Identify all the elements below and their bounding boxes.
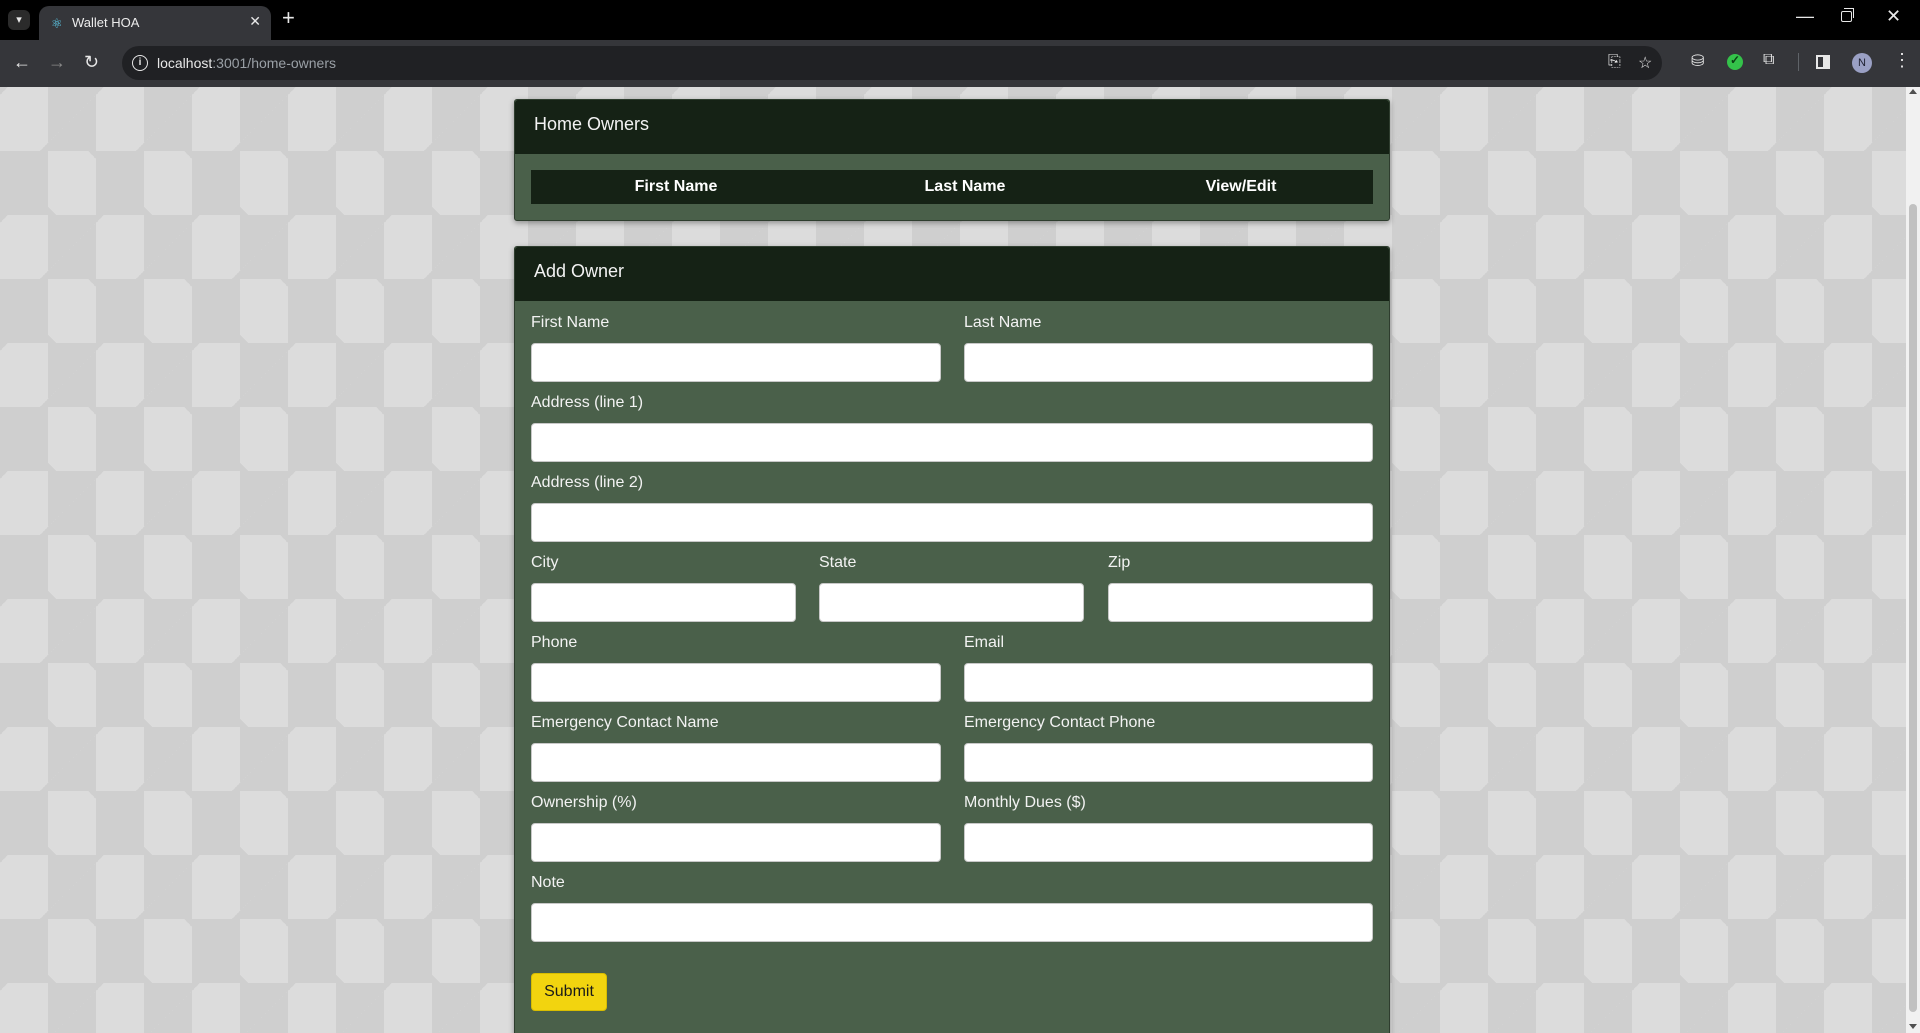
site-info-icon[interactable]: i	[132, 55, 148, 71]
phone-label: Phone	[531, 634, 578, 651]
react-favicon-icon: ⚛	[51, 16, 63, 31]
ownership-field: Ownership (%)	[531, 781, 941, 862]
forward-arrow-icon[interactable]: →	[48, 52, 66, 72]
zip-label: Zip	[1108, 554, 1131, 571]
page-scrollbar[interactable]	[1906, 87, 1920, 1033]
scroll-up-arrow-icon[interactable]	[1909, 89, 1917, 94]
note-label: Note	[531, 874, 565, 891]
url-path: :3001/home-owners	[212, 55, 337, 71]
state-input[interactable]	[819, 583, 1084, 622]
home-owners-title: Home Owners	[515, 100, 1389, 154]
submit-button[interactable]: Submit	[531, 973, 607, 1011]
address-line2-field: Address (line 2)	[531, 461, 1373, 542]
page-viewport: Home Owners First Name Last Name View/Ed…	[0, 87, 1906, 1033]
address-line2-label: Address (line 2)	[531, 474, 644, 491]
side-panel-icon[interactable]	[1816, 55, 1830, 69]
address-line1-label: Address (line 1)	[531, 394, 644, 411]
state-field: State	[819, 541, 1084, 622]
back-arrow-icon[interactable]: ←	[13, 52, 31, 72]
last-name-field: Last Name	[964, 301, 1373, 382]
phone-input[interactable]	[531, 663, 941, 702]
city-input[interactable]	[531, 583, 796, 622]
column-last-name: Last Name	[924, 178, 1006, 195]
address-bar[interactable]: i localhost:3001/home-owners ⎘ ☆	[122, 46, 1662, 80]
ownership-label: Ownership (%)	[531, 794, 637, 811]
bookmark-star-icon[interactable]: ☆	[1638, 53, 1652, 73]
email-label: Email	[964, 634, 1005, 651]
monthly-dues-label: Monthly Dues ($)	[964, 794, 1086, 811]
note-field: Note	[531, 861, 1373, 942]
zip-input[interactable]	[1108, 583, 1373, 622]
address-line2-input[interactable]	[531, 503, 1373, 542]
url-host: localhost	[157, 55, 213, 71]
monthly-dues-field: Monthly Dues ($)	[964, 781, 1373, 862]
new-tab-plus-icon[interactable]: +	[282, 7, 295, 29]
emergency-name-field: Emergency Contact Name	[531, 701, 941, 782]
city-field: City	[531, 541, 796, 622]
zip-field: Zip	[1108, 541, 1373, 622]
home-owners-card: Home Owners First Name Last Name View/Ed…	[514, 99, 1390, 221]
tab-title: Wallet HOA	[72, 15, 140, 30]
email-field: Email	[964, 621, 1373, 702]
url-text: localhost:3001/home-owners	[157, 55, 336, 71]
column-view-edit: View/Edit	[1205, 178, 1277, 195]
email-input[interactable]	[964, 663, 1373, 702]
column-first-name: First Name	[634, 178, 718, 195]
browser-menu-icon[interactable]: ⋮	[1893, 50, 1911, 71]
window-close-icon[interactable]: ✕	[1886, 6, 1901, 27]
owners-table-header: First Name Last Name View/Edit	[531, 170, 1373, 204]
emergency-phone-label: Emergency Contact Phone	[964, 714, 1156, 731]
scroll-thumb[interactable]	[1909, 204, 1917, 1012]
window-restore-icon[interactable]	[1841, 8, 1854, 22]
monthly-dues-input[interactable]	[964, 823, 1373, 862]
state-label: State	[819, 554, 857, 571]
phone-field: Phone	[531, 621, 941, 702]
browser-tab-bar: ▾ ⚛ Wallet HOA ✕ + — ✕	[0, 0, 1920, 40]
reload-icon[interactable]: ↻	[84, 52, 99, 72]
last-name-label: Last Name	[964, 314, 1042, 331]
last-name-input[interactable]	[964, 343, 1373, 382]
profile-avatar[interactable]: N	[1852, 53, 1872, 73]
address-line1-input[interactable]	[531, 423, 1373, 462]
add-owner-title: Add Owner	[515, 247, 1389, 301]
emergency-phone-field: Emergency Contact Phone	[964, 701, 1373, 782]
city-label: City	[531, 554, 559, 571]
emergency-name-input[interactable]	[531, 743, 941, 782]
toolbar-divider	[1798, 53, 1799, 71]
first-name-label: First Name	[531, 314, 610, 331]
green-check-extension-icon[interactable]	[1727, 53, 1743, 70]
window-minimize-icon[interactable]: —	[1796, 6, 1814, 27]
first-name-input[interactable]	[531, 343, 941, 382]
tab-list-chevron-icon[interactable]: ▾	[8, 10, 30, 30]
note-input[interactable]	[531, 903, 1373, 942]
install-app-icon[interactable]: ⎘	[1608, 53, 1621, 71]
extensions-puzzle-icon[interactable]: ⧉	[1763, 51, 1774, 69]
extension-icon[interactable]: ⛁	[1691, 51, 1704, 71]
tab-close-icon[interactable]: ✕	[249, 13, 261, 30]
first-name-field: First Name	[531, 301, 941, 382]
emergency-name-label: Emergency Contact Name	[531, 714, 719, 731]
add-owner-card: Add Owner First Name Last Name Address (…	[514, 246, 1390, 1033]
browser-toolbar: ← → ↻ i localhost:3001/home-owners ⎘ ☆	[0, 40, 1920, 87]
address-line1-field: Address (line 1)	[531, 381, 1373, 462]
scroll-down-arrow-icon[interactable]	[1909, 1024, 1917, 1029]
emergency-phone-input[interactable]	[964, 743, 1373, 782]
ownership-input[interactable]	[531, 823, 941, 862]
browser-tab[interactable]: ⚛ Wallet HOA ✕	[39, 6, 271, 40]
